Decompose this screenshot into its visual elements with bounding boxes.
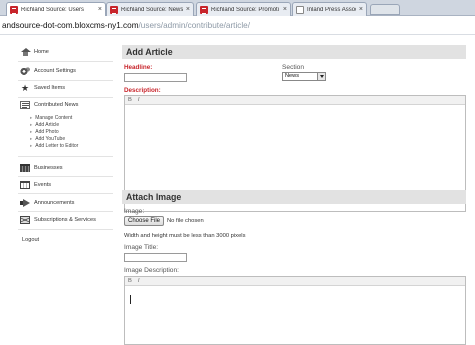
description-label: Description: [124,87,161,94]
close-tab-icon[interactable]: × [359,6,363,13]
no-file-chosen-text: No file chosen [167,218,204,224]
divider [18,156,113,157]
envelope-icon [20,216,30,224]
sidebar-item-account-settings[interactable]: Account Settings [20,67,76,75]
editor-toolbar: BI [125,96,465,105]
calendar-icon [20,181,30,189]
section-select[interactable]: News [282,72,326,81]
logout-label: Logout [22,237,40,243]
close-tab-icon[interactable]: × [283,6,287,13]
sidebar-subitem-add-youtube[interactable]: Add YouTube [30,136,65,142]
bold-button[interactable]: B [128,97,132,103]
sidebar-item-label: Businesses [34,165,63,171]
logout-link[interactable]: Logout [22,237,39,243]
divider [18,80,113,81]
sidebar-item-label: Contributed News [34,102,79,108]
divider [18,61,113,62]
sidebar-item-label: Events [34,182,52,188]
editor-toolbar: BI [125,277,465,286]
divider [18,176,113,177]
url-host: andsource-dot-com.bloxcms-ny1.com [2,21,139,30]
size-limit-note: Width and height must be less than 3000 … [124,233,246,239]
url-path: /users/admin/contribute/article/ [138,21,251,30]
headline-label: Headline: [124,64,153,71]
sidebar-item-contributed-news[interactable]: Contributed News [20,101,78,109]
dropdown-arrow-icon [317,73,325,80]
page-favicon-icon [296,5,304,14]
sidebar-item-subscriptions[interactable]: Subscriptions & Services [20,216,96,224]
sidebar-item-label: Account Settings [34,68,76,74]
sidebar-item-label: Saved Items [34,85,66,91]
section-label: Section [282,64,304,71]
sidebar-item-label: Home [34,49,49,55]
divider [18,193,113,194]
browser-tab-inland-press[interactable]: Inland Press Association × [292,2,367,16]
sidebar: Home Account Settings ★ Saved Items Cont… [0,36,115,345]
tab-title: Richland Source: News [121,6,183,13]
image-title-label: Image Title: [124,244,159,251]
divider [18,97,113,98]
browser-tab-strip: Richland Source: Users × Richland Source… [0,0,475,16]
image-label: Image: [124,208,145,215]
address-bar[interactable]: andsource-dot-com.bloxcms-ny1.com/users/… [0,17,475,35]
tab-title: Inland Press Association [307,6,356,13]
sidebar-item-home[interactable]: Home [20,48,49,56]
bold-button[interactable]: B [128,278,132,284]
choose-file-button[interactable]: Choose File [124,216,165,226]
sidebar-item-label: Subscriptions & Services [34,217,96,223]
headline-input[interactable] [124,73,187,82]
image-description-label: Image Description: [124,267,179,274]
divider [18,211,113,212]
add-article-heading: Add Article [122,45,466,59]
divider [18,229,113,230]
building-icon [20,164,30,172]
richland-source-favicon-icon [10,5,18,14]
italic-button[interactable]: I [138,97,140,103]
tab-title: Richland Source: Promoti [211,6,280,13]
megaphone-icon [20,199,30,207]
sidebar-item-businesses[interactable]: Businesses [20,164,63,172]
sidebar-subitem-add-article[interactable]: Add Article [30,122,59,128]
sidebar-item-label: Announcements [34,200,75,206]
italic-button[interactable]: I [138,278,140,284]
image-title-input[interactable] [124,253,187,262]
close-tab-icon[interactable]: × [186,6,190,13]
richland-source-favicon-icon [200,5,208,14]
tab-title: Richland Source: Users [21,6,85,13]
browser-tab-news[interactable]: Richland Source: News × [106,2,194,16]
close-tab-icon[interactable]: × [98,6,102,13]
home-icon [20,48,31,56]
attach-image-heading: Attach Image [122,190,466,204]
browser-tab-promotions[interactable]: Richland Source: Promoti × [196,2,291,16]
main-content: Add Article Headline: Section News Descr… [122,36,470,345]
sidebar-item-saved-items[interactable]: ★ Saved Items [20,83,66,93]
browser-tab-users[interactable]: Richland Source: Users × [6,2,106,16]
image-description-editor[interactable]: BI [124,276,466,345]
sidebar-subitem-manage-content[interactable]: Manage Content [30,115,72,121]
star-icon: ★ [20,83,30,93]
sidebar-item-announcements[interactable]: Announcements [20,199,74,207]
sidebar-subitem-add-letter[interactable]: Add Letter to Editor [30,143,78,149]
sidebar-subitem-add-photo[interactable]: Add Photo [30,129,58,135]
sidebar-item-events[interactable]: Events [20,181,51,189]
richland-source-favicon-icon [110,5,118,14]
new-tab-button[interactable] [370,4,400,15]
text-cursor [130,295,131,304]
newspaper-icon [20,101,30,109]
gear-icon [20,67,30,75]
section-selected-value: News [285,73,299,79]
